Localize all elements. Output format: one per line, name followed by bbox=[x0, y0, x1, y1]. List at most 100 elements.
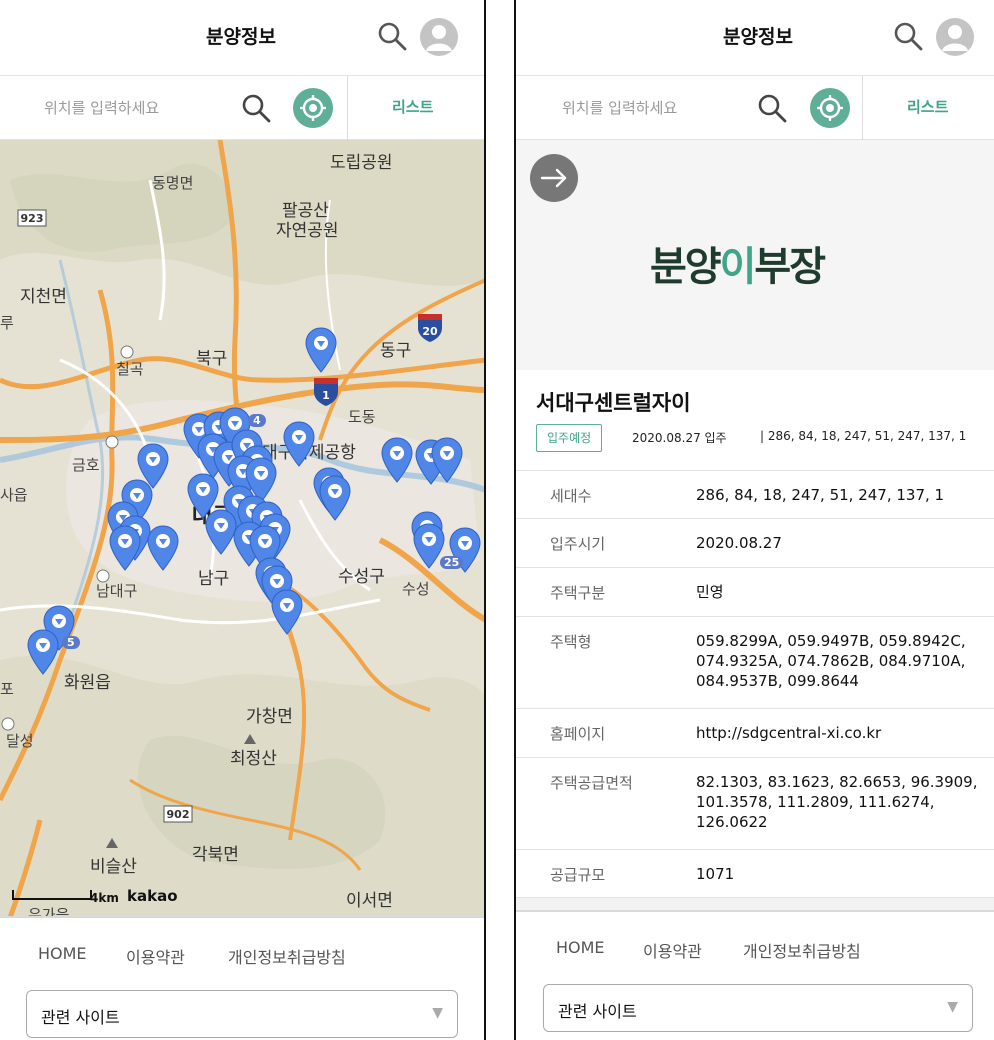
map-label-dongchon: 도동 bbox=[348, 408, 376, 426]
svg-text:20: 20 bbox=[422, 325, 438, 338]
footer-link-home[interactable]: HOME bbox=[556, 938, 605, 957]
location-input[interactable] bbox=[562, 92, 742, 124]
list-view-link[interactable]: 리스트 bbox=[907, 96, 948, 117]
footer-link-terms[interactable]: 이용약관 bbox=[643, 938, 702, 962]
footer-link-terms[interactable]: 이용약관 bbox=[126, 944, 185, 968]
map-label-jicheonmyeon: 지천면 bbox=[20, 287, 67, 307]
info-row-supply-scale: 공급규모 1071 bbox=[516, 850, 994, 898]
map-pin-icon[interactable] bbox=[430, 436, 464, 484]
back-button[interactable] bbox=[530, 154, 578, 202]
info-value: 82.1303, 83.1623, 82.6653, 96.3909, 101.… bbox=[696, 773, 978, 831]
route-902-shield: 902 bbox=[163, 805, 193, 823]
arrow-right-icon bbox=[540, 168, 567, 188]
map-label-donggu: 동구 bbox=[380, 341, 412, 361]
info-label: 주택구분 bbox=[550, 584, 606, 602]
brand-logo: 분양이부장 bbox=[650, 234, 826, 292]
apartment-title: 서대구센트럴자이 bbox=[536, 391, 691, 415]
info-value: 286, 84, 18, 247, 51, 247, 137, 1 bbox=[696, 486, 945, 504]
info-value: 2020.08.27 bbox=[696, 534, 782, 552]
map-scale-label: 4km bbox=[90, 891, 119, 905]
map-view[interactable]: 923 20 1 902 도립공원 동명면 팔공산 자연공원 지천면 루 북구 … bbox=[0, 140, 486, 918]
map-label-dorip-park: 도립공원 bbox=[330, 153, 393, 173]
location-divider bbox=[347, 76, 348, 140]
map-pin-icon[interactable] bbox=[282, 420, 316, 468]
map-pin-icon[interactable] bbox=[304, 326, 338, 374]
map-label-iseomyeon: 이서면 bbox=[346, 891, 393, 911]
status-badge: 입주예정 bbox=[536, 424, 603, 452]
location-search-icon[interactable] bbox=[240, 92, 272, 124]
info-row-housing-type: 주택구분 민영 bbox=[516, 568, 994, 617]
logo-text-part: 분양 bbox=[650, 244, 722, 290]
route-923-shield: 923 bbox=[17, 209, 47, 227]
info-label: 주택형 bbox=[550, 633, 592, 651]
current-location-button[interactable] bbox=[810, 88, 850, 128]
footer-link-home[interactable]: HOME bbox=[38, 944, 87, 963]
info-row-supply-area: 주택공급면적 82.1303, 83.1623, 82.6653, 96.390… bbox=[516, 758, 994, 850]
related-sites-label: 관련 사이트 bbox=[41, 1008, 120, 1027]
footer-link-privacy[interactable]: 개인정보취급방침 bbox=[228, 944, 346, 968]
related-sites-label: 관련 사이트 bbox=[558, 1002, 637, 1021]
cluster-count-badge[interactable]: 5 bbox=[62, 636, 80, 649]
map-label-dongmyeon: 동명면 bbox=[152, 174, 194, 192]
homepage-link[interactable]: http://sdgcentral-xi.co.kr bbox=[696, 723, 986, 743]
list-view-link[interactable]: 리스트 bbox=[392, 96, 433, 117]
info-value: 059.8299A, 059.9497B, 059.8942C, 074.932… bbox=[696, 632, 966, 690]
app-header: 분양정보 bbox=[0, 0, 486, 76]
svg-text:1: 1 bbox=[322, 389, 330, 402]
map-screen: 분양정보 리스트 bbox=[0, 0, 486, 1040]
map-pin-icon[interactable] bbox=[380, 436, 414, 484]
map-pin-icon[interactable] bbox=[146, 524, 180, 572]
info-row-households: 세대수 286, 84, 18, 247, 51, 247, 137, 1 bbox=[516, 470, 994, 519]
location-bar: 리스트 bbox=[516, 76, 994, 140]
crosshair-icon bbox=[300, 95, 326, 121]
info-label: 주택공급면적 bbox=[550, 774, 633, 792]
map-label-hwawon: 화원읍 bbox=[64, 673, 111, 693]
map-label-gakbuk: 각북면 bbox=[192, 845, 239, 865]
map-label-suseonggu: 수성구 bbox=[338, 567, 385, 587]
detail-screen: 분양정보 리스트 bbox=[516, 0, 994, 1040]
app-header: 분양정보 bbox=[516, 0, 994, 76]
info-label: 세대수 bbox=[550, 487, 592, 505]
map-label-chilgok: 칠곡 bbox=[116, 360, 144, 378]
logo-banner: 분양이부장 bbox=[516, 140, 994, 370]
logo-text-accent: 이 bbox=[719, 244, 757, 290]
map-label-choijeongsan: 최정산 bbox=[230, 749, 277, 769]
location-bar: 리스트 bbox=[0, 76, 486, 140]
user-avatar-icon[interactable] bbox=[936, 18, 974, 56]
search-icon[interactable] bbox=[892, 20, 924, 52]
svg-text:902: 902 bbox=[167, 808, 190, 821]
footer-link-privacy[interactable]: 개인정보취급방침 bbox=[743, 938, 861, 962]
map-label-geumho: 금호 bbox=[72, 456, 100, 474]
info-label: 공급규모 bbox=[550, 866, 606, 884]
map-label-namgu: 남구 bbox=[198, 569, 230, 589]
related-sites-select[interactable]: 관련 사이트 ▼ bbox=[543, 984, 973, 1032]
map-pin-icon[interactable] bbox=[26, 628, 60, 676]
info-row-homepage: 홈페이지 http://sdgcentral-xi.co.kr bbox=[516, 709, 994, 758]
map-pin-icon[interactable] bbox=[108, 524, 142, 572]
info-value: 1071 bbox=[696, 865, 735, 883]
map-pin-icon[interactable] bbox=[318, 474, 352, 522]
user-avatar-icon[interactable] bbox=[420, 18, 458, 56]
location-search-icon[interactable] bbox=[756, 92, 788, 124]
map-label-seodaegu: 남대구 bbox=[96, 582, 138, 600]
svg-text:923: 923 bbox=[21, 212, 44, 225]
crosshair-icon bbox=[817, 95, 843, 121]
screen-divider-left bbox=[484, 0, 486, 1040]
dropdown-caret-icon: ▼ bbox=[432, 1005, 443, 1021]
location-input[interactable] bbox=[44, 92, 224, 124]
cluster-count-badge[interactable]: 25 bbox=[440, 556, 464, 569]
search-icon[interactable] bbox=[376, 20, 408, 52]
footer: HOME 이용약관 개인정보취급방침 관련 사이트 ▼ bbox=[516, 910, 994, 1034]
page-title: 분양정보 bbox=[206, 26, 276, 48]
map-attribution: kakao bbox=[127, 887, 178, 905]
related-sites-select[interactable]: 관련 사이트 ▼ bbox=[26, 990, 458, 1038]
map-label-gachang: 가창면 bbox=[246, 707, 293, 727]
location-divider bbox=[862, 76, 863, 140]
logo-text-part: 부장 bbox=[754, 244, 826, 290]
map-pin-icon[interactable] bbox=[270, 588, 304, 636]
map-label-left-edge-po: 포 bbox=[0, 680, 14, 698]
cluster-count-badge[interactable]: 4 bbox=[248, 414, 266, 427]
map-label-sangju: 사읍 bbox=[0, 486, 28, 504]
current-location-button[interactable] bbox=[293, 88, 333, 128]
movein-brief: 2020.08.27 입주 bbox=[632, 431, 727, 445]
